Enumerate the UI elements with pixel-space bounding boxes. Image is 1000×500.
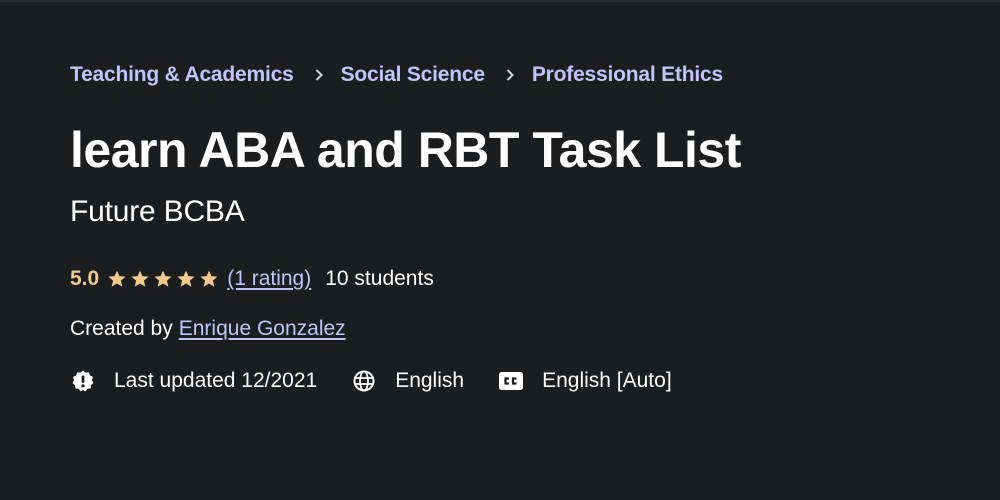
globe-icon bbox=[351, 368, 377, 394]
closed-captions-icon bbox=[498, 368, 524, 394]
star-icon bbox=[153, 269, 173, 289]
breadcrumb-item-professional-ethics[interactable]: Professional Ethics bbox=[532, 63, 723, 87]
alert-badge-icon bbox=[70, 368, 96, 394]
students-count: 10 students bbox=[325, 267, 434, 290]
course-header: Teaching & Academics Social Science Prof… bbox=[70, 58, 950, 396]
breadcrumb-item-social-science[interactable]: Social Science bbox=[341, 63, 485, 87]
breadcrumb-item-teaching-academics[interactable]: Teaching & Academics bbox=[70, 63, 294, 87]
rating-value: 5.0 bbox=[70, 267, 100, 290]
top-edge bbox=[0, 0, 1000, 2]
language-label: English bbox=[395, 369, 465, 392]
course-subtitle: Future BCBA bbox=[70, 195, 245, 228]
created-by-label: Created by bbox=[70, 317, 173, 340]
star-rating bbox=[107, 269, 219, 289]
star-icon bbox=[199, 269, 219, 289]
instructor-link[interactable]: Enrique Gonzalez bbox=[179, 317, 346, 341]
breadcrumb: Teaching & Academics Social Science Prof… bbox=[70, 58, 950, 92]
creator-row: Created by Enrique Gonzalez bbox=[70, 314, 950, 344]
course-title: learn ABA and RBT Task List bbox=[70, 122, 741, 178]
star-icon bbox=[130, 269, 150, 289]
captions-label: English [Auto] bbox=[542, 369, 672, 392]
chevron-right-icon bbox=[503, 68, 517, 82]
star-icon bbox=[176, 269, 196, 289]
last-updated: Last updated 12/2021 bbox=[70, 368, 317, 394]
star-icon bbox=[107, 269, 127, 289]
chevron-right-icon bbox=[312, 68, 326, 82]
rating-row: 5.0 (1 rating) 10 students bbox=[70, 264, 950, 294]
course-captions: English [Auto] bbox=[498, 368, 672, 394]
course-language: English bbox=[351, 368, 464, 394]
rating-count-link[interactable]: (1 rating) bbox=[227, 267, 311, 291]
last-updated-label: Last updated 12/2021 bbox=[114, 369, 318, 392]
meta-row: Last updated 12/2021 English English [Au… bbox=[70, 366, 950, 396]
